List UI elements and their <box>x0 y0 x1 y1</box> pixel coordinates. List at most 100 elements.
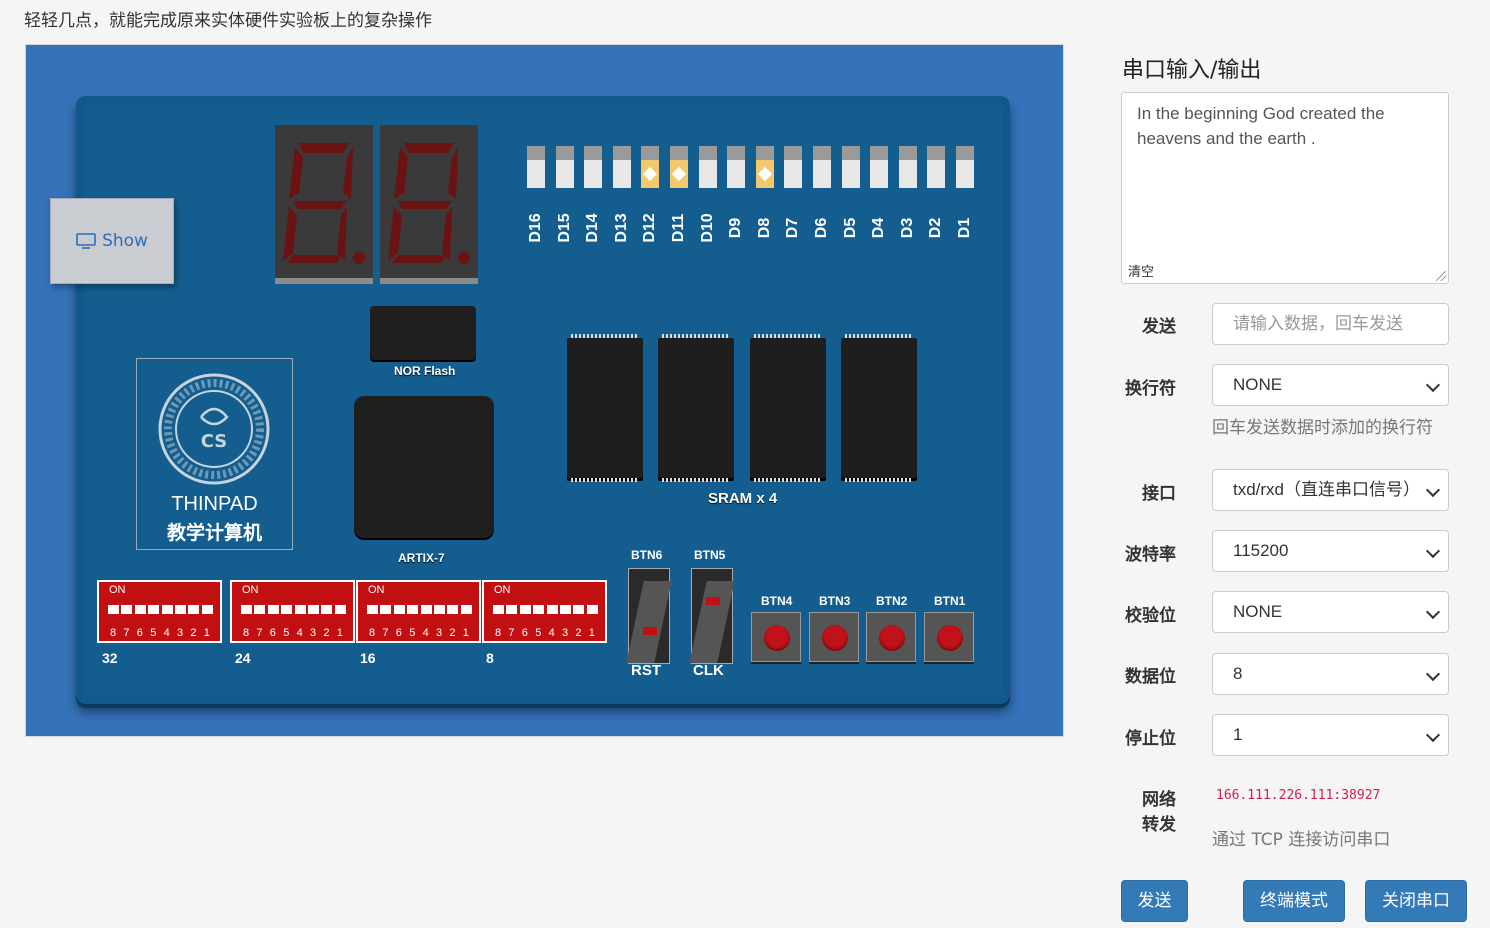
dip-switch[interactable] <box>420 600 432 614</box>
chevron-down-icon <box>1425 604 1441 620</box>
dip-switch[interactable] <box>380 600 392 614</box>
dip-switch[interactable] <box>334 600 346 614</box>
fpga-label: ARTIX-7 <box>398 551 445 565</box>
dip-switch[interactable] <box>434 600 445 614</box>
close-port-button[interactable]: 关闭串口 <box>1365 880 1467 922</box>
rst-toggle-button[interactable] <box>626 568 672 664</box>
btn3-push-button[interactable] <box>809 612 859 662</box>
dip-switch-group-16: ON 8 7 6 5 4 3 2 1 <box>356 580 481 643</box>
dip-switch[interactable] <box>560 600 571 614</box>
dip-switch[interactable] <box>308 600 319 614</box>
dip-number: 5 <box>535 627 542 639</box>
dip-number: 1 <box>336 627 343 639</box>
dip-switch[interactable] <box>134 600 146 614</box>
dip-switch[interactable] <box>267 600 279 614</box>
forward-label-2: 转发 <box>1142 815 1176 835</box>
databits-label: 数据位 <box>1125 667 1176 687</box>
dip-number: 2 <box>323 627 330 639</box>
dip-switch[interactable] <box>281 600 293 614</box>
dip-group-index: 32 <box>102 650 118 666</box>
port-select[interactable]: txd/rxd（直连串口信号） <box>1212 469 1449 511</box>
led-label: D12 <box>641 213 659 243</box>
stopbits-value: 1 <box>1233 725 1243 744</box>
dip-switch[interactable] <box>201 600 213 614</box>
dip-switch[interactable] <box>460 600 472 614</box>
dip-switch[interactable] <box>493 600 504 614</box>
newline-select[interactable]: NONE <box>1212 364 1449 406</box>
baud-value: 115200 <box>1233 541 1289 560</box>
dip-switch[interactable] <box>161 600 173 614</box>
dip-switch-group-8: ON 8 7 6 5 4 3 2 1 <box>482 580 607 643</box>
btn2-push-button[interactable] <box>866 612 916 662</box>
dip-switch[interactable] <box>321 600 333 614</box>
led-d2: D2 <box>927 146 946 238</box>
dip-switch[interactable] <box>175 600 186 614</box>
dip-switch[interactable] <box>241 600 252 614</box>
dip-switch[interactable] <box>533 600 545 614</box>
dip-switch[interactable] <box>407 600 419 614</box>
stopbits-label: 停止位 <box>1125 729 1176 749</box>
dip-on-label: ON <box>109 584 126 596</box>
clk-label: CLK <box>693 662 724 679</box>
university-logo: CS THINPAD 教学计算机 <box>136 358 293 550</box>
parity-select[interactable]: NONE <box>1212 591 1449 633</box>
dip-switch[interactable] <box>447 600 459 614</box>
terminal-mode-button[interactable]: 终端模式 <box>1243 880 1345 922</box>
dip-switch[interactable] <box>573 600 585 614</box>
dip-switch[interactable] <box>148 600 160 614</box>
led-label: D11 <box>670 213 687 243</box>
stopbits-select[interactable]: 1 <box>1212 714 1449 756</box>
dip-switch[interactable] <box>367 600 378 614</box>
dip-number: 8 <box>369 627 376 639</box>
sram-label: SRAM x 4 <box>708 490 778 507</box>
dip-switch[interactable] <box>506 600 518 614</box>
dip-switch[interactable] <box>108 600 119 614</box>
dip-switch[interactable] <box>586 600 598 614</box>
clk-toggle-button[interactable] <box>689 568 735 664</box>
dip-switch[interactable] <box>393 600 405 614</box>
btn1-push-button[interactable] <box>924 612 974 662</box>
databits-select[interactable]: 8 <box>1212 653 1449 695</box>
dip-number: 2 <box>190 627 197 639</box>
dip-number: 7 <box>256 627 263 639</box>
baud-label: 波特率 <box>1125 545 1176 565</box>
dip-switch-group-24: ON 8 7 6 5 4 3 2 1 <box>230 580 355 643</box>
dip-number: 8 <box>110 627 117 639</box>
led-d10: D10 <box>698 146 717 243</box>
led-d13: D13 <box>612 146 631 243</box>
show-button[interactable]: Show <box>50 198 174 284</box>
send-input[interactable]: 请输入数据，回车发送 <box>1212 303 1449 345</box>
monitor-icon <box>76 233 96 249</box>
dip-switch[interactable] <box>294 600 306 614</box>
btn4-push-button[interactable] <box>751 612 801 662</box>
send-button[interactable]: 发送 <box>1121 880 1188 922</box>
dip-switch[interactable] <box>188 600 200 614</box>
led-label: D16 <box>527 213 544 243</box>
led-d8: D8 <box>755 146 774 238</box>
dip-number: 7 <box>123 627 130 639</box>
dip-switch[interactable] <box>121 600 133 614</box>
newline-help: 回车发送数据时添加的换行符 <box>1212 418 1433 438</box>
led-label: D3 <box>898 217 916 239</box>
sram-chip-2 <box>658 334 734 482</box>
btn3-label: BTN3 <box>819 594 851 608</box>
resize-grip-icon[interactable] <box>1436 271 1446 281</box>
dip-switch[interactable] <box>546 600 558 614</box>
seven-segment-right <box>380 125 478 284</box>
baud-select[interactable]: 115200 <box>1212 530 1449 572</box>
dip-number: 8 <box>495 627 502 639</box>
dip-number: 8 <box>243 627 250 639</box>
led-d15: D15 <box>555 146 574 243</box>
port-label: 接口 <box>1142 484 1176 504</box>
dip-switch[interactable] <box>519 600 531 614</box>
forward-address: 166.111.226.111:38927 <box>1212 786 1385 805</box>
serial-output[interactable]: In the beginning God created the heavens… <box>1121 92 1449 284</box>
led-label: D2 <box>927 217 945 239</box>
dip-switch[interactable] <box>254 600 266 614</box>
parity-label: 校验位 <box>1125 606 1176 626</box>
led-d6: D6 <box>813 146 831 238</box>
clear-button[interactable]: 清空 <box>1128 261 1154 280</box>
led-label: D4 <box>870 217 888 239</box>
dip-number: 6 <box>269 627 276 639</box>
led-d9: D9 <box>727 146 746 238</box>
